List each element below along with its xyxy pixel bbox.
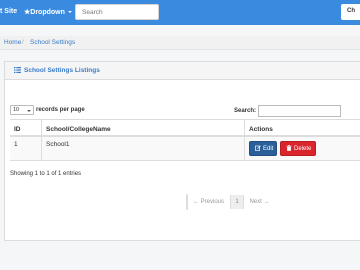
schools-table: ID School/CollegeName Actions 1 School1 … — [10, 119, 360, 161]
panel-heading: School Settings Listings — [5, 62, 360, 80]
breadcrumb: Home / School Settings — [0, 36, 360, 50]
edit-icon — [255, 145, 261, 151]
cell-actions: Edit Delete — [244, 137, 360, 160]
dropdown-menu[interactable]: ★Dropdown — [24, 8, 72, 16]
delete-button[interactable]: Delete — [280, 141, 316, 156]
breadcrumb-current[interactable]: School Settings — [30, 39, 75, 46]
pagination: ← Previous 1 Next → — [186, 194, 270, 210]
table-search-input[interactable] — [258, 105, 341, 117]
table-header-row: ID School/CollegeName Actions — [10, 120, 360, 137]
school-settings-panel: School Settings Listings 10 records per … — [4, 61, 360, 241]
table-search-label: Search: — [234, 108, 257, 114]
table-row: 1 School1 Edit Delete — [10, 137, 360, 161]
header-actions: Actions — [244, 120, 360, 135]
select-arrow-icon — [27, 110, 31, 112]
site-title[interactable]: t Site — [0, 8, 17, 15]
navbar-right-button-label: Ch — [347, 8, 355, 14]
records-per-page-select[interactable]: 10 — [10, 105, 34, 115]
page-1-button[interactable]: 1 — [230, 195, 244, 209]
delete-button-label: Delete — [294, 146, 312, 152]
records-per-page-label: records per page — [36, 107, 85, 113]
cell-name: School1 — [41, 137, 244, 160]
previous-page-button[interactable]: ← Previous — [187, 195, 230, 209]
panel-title-text: School Settings Listings — [24, 67, 100, 74]
edit-button-label: Edit — [263, 146, 274, 152]
edit-button[interactable]: Edit — [249, 141, 277, 156]
records-per-page-value: 10 — [13, 107, 20, 113]
trash-icon — [286, 145, 292, 151]
dropdown-label: ★Dropdown — [24, 9, 65, 16]
breadcrumb-home[interactable]: Home — [4, 39, 21, 46]
top-navbar: t Site ★Dropdown Ch — [0, 0, 360, 25]
breadcrumb-separator: / — [22, 39, 24, 46]
panel-title: School Settings Listings — [14, 67, 100, 74]
search-input[interactable] — [75, 4, 159, 20]
table-info: Showing 1 to 1 of 1 entries — [10, 171, 82, 177]
next-page-button[interactable]: Next → — [244, 195, 275, 209]
header-name[interactable]: School/CollegeName — [41, 120, 244, 135]
caret-down-icon — [67, 11, 72, 14]
navbar-right-button[interactable]: Ch — [341, 4, 360, 20]
list-icon — [14, 67, 21, 73]
header-id[interactable]: ID — [10, 120, 41, 135]
cell-id: 1 — [14, 141, 18, 148]
